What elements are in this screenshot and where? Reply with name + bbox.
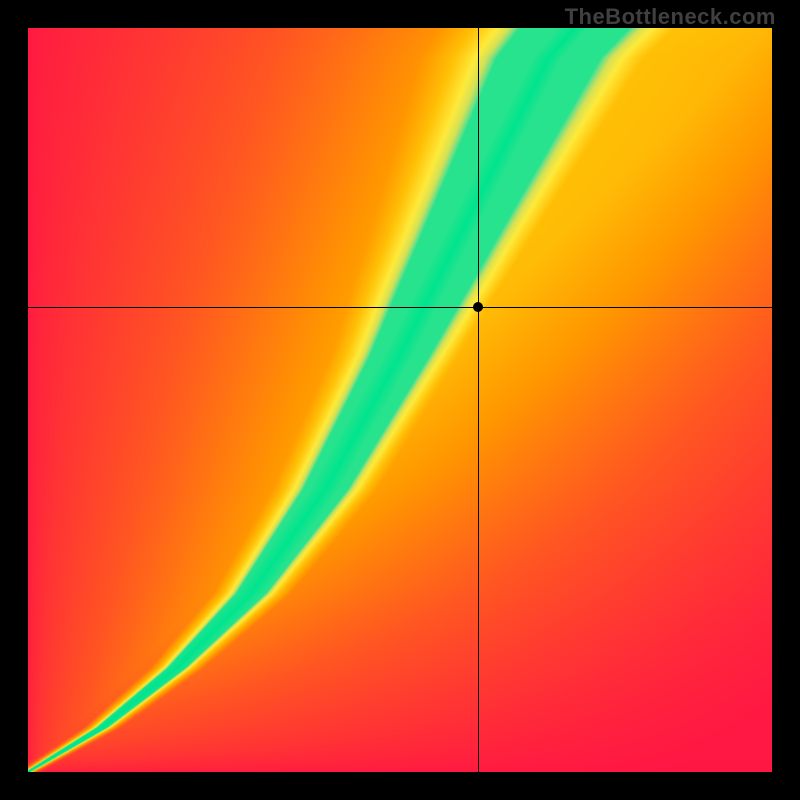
chart-stage: TheBottleneck.com	[0, 0, 800, 800]
watermark-text: TheBottleneck.com	[565, 4, 776, 30]
heatmap-canvas	[28, 28, 772, 772]
heatmap-plot	[28, 28, 772, 772]
